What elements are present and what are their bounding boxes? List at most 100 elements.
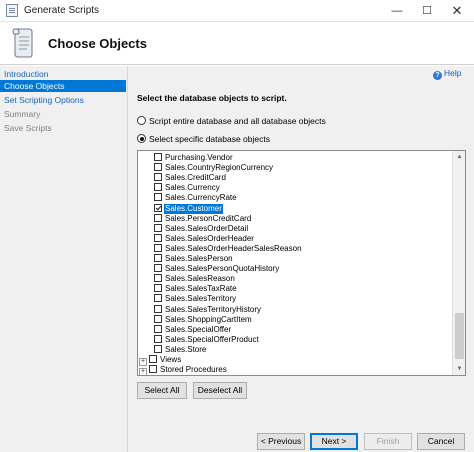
tree-item-label: Sales.SalesOrderHeader <box>165 233 254 243</box>
tree-item[interactable]: Sales.ShoppingCartItem <box>154 314 253 325</box>
tree-item-label: Sales.Currency <box>165 183 220 193</box>
close-button[interactable]: ✕ <box>442 0 472 22</box>
tree-item-checkbox[interactable] <box>154 223 162 232</box>
tree-item-checkbox[interactable] <box>154 294 162 303</box>
tree-group-label: User-Defined Functions <box>159 375 245 376</box>
tree-group[interactable]: +User-Defined Functions <box>139 375 245 376</box>
tree-group-label: Stored Procedures <box>160 365 227 375</box>
select-all-button[interactable]: Select All <box>137 382 187 399</box>
tree-item-label: Purchasing.Vendor <box>165 153 233 162</box>
tree-item-checkbox[interactable] <box>154 264 162 273</box>
radio-button[interactable] <box>137 116 146 125</box>
tree-item-checkbox[interactable] <box>154 314 162 323</box>
tree-item-label: Sales.SalesTaxRate <box>165 284 237 294</box>
finish-button: Finish <box>364 433 412 450</box>
tree-item-checkbox[interactable] <box>154 243 162 252</box>
tree-item[interactable]: Sales.SalesReason <box>154 274 236 284</box>
wizard-nav: Introduction Choose Objects Set Scriptin… <box>0 66 128 452</box>
tree-item-checkbox[interactable] <box>154 274 162 283</box>
tree-item[interactable]: Sales.SpecialOfferProduct <box>154 334 260 345</box>
tree-item-checkbox[interactable] <box>154 324 162 333</box>
tree-item[interactable]: Sales.SpecialOffer <box>154 324 232 335</box>
tree-item-label: Sales.CountryRegionCurrency <box>165 163 274 173</box>
scroll-up-icon[interactable]: ▲ <box>453 151 465 163</box>
previous-button[interactable]: < Previous <box>257 433 305 450</box>
tree-item-checkbox[interactable] <box>154 153 162 161</box>
nav-item-introduction[interactable]: Introduction <box>0 68 126 80</box>
tree-item[interactable]: Sales.SalesTaxRate <box>154 284 238 294</box>
next-button[interactable]: Next > <box>310 433 358 450</box>
window-title: Generate Scripts <box>24 5 100 16</box>
radio-button-checked[interactable] <box>137 134 146 143</box>
tree-item-checkbox[interactable] <box>154 334 162 343</box>
deselect-all-button[interactable]: Deselect All <box>193 382 247 399</box>
tree-item[interactable]: Sales.SalesOrderHeader <box>154 233 255 244</box>
tree-item-label: Sales.SalesReason <box>165 274 235 284</box>
tree-item[interactable]: Sales.Currency <box>154 183 221 193</box>
tree-item[interactable]: Sales.CountryRegionCurrency <box>154 163 274 173</box>
radio-label: Select specific database objects <box>149 134 270 144</box>
tree-item[interactable]: Sales.SalesPerson <box>154 254 234 264</box>
help-label: Help <box>444 68 462 78</box>
tree-item[interactable]: Sales.SalesTerritory <box>154 294 237 304</box>
radio-entire-database[interactable]: Script entire database and all database … <box>137 116 326 127</box>
tree-item-checkbox[interactable] <box>154 183 162 192</box>
tree-item-label: Sales.SpecialOfferProduct <box>165 334 259 344</box>
tree-group-checkbox[interactable] <box>149 355 157 363</box>
tree-item-label: Sales.CurrencyRate <box>165 193 237 203</box>
tree-item[interactable]: Sales.PersonCreditCard <box>154 213 252 224</box>
tree-item-label: Sales.ShoppingCartItem <box>165 314 252 324</box>
tree-item-checkbox[interactable] <box>154 203 162 212</box>
tree-item-checkbox[interactable] <box>154 304 162 313</box>
tree-item-checkbox[interactable] <box>154 254 162 262</box>
minimize-button[interactable]: — <box>382 0 412 22</box>
tree-item[interactable]: Sales.SalesPersonQuotaHistory <box>154 264 280 274</box>
tree-item[interactable]: Sales.CreditCard <box>154 173 227 183</box>
tree-item-checkbox[interactable] <box>154 173 162 182</box>
tree-item-label: Sales.SalesOrderDetail <box>165 223 249 233</box>
tree-group-checkbox[interactable] <box>149 375 157 376</box>
tree-item-label: Sales.SalesOrderHeaderSalesReason <box>165 243 302 253</box>
tree-item[interactable]: Purchasing.Vendor <box>154 153 234 163</box>
tree-item[interactable]: Sales.SalesOrderHeaderSalesReason <box>154 243 303 254</box>
nav-item-set-scripting-options[interactable]: Set Scripting Options <box>0 94 126 106</box>
tree-item-label: Sales.CreditCard <box>165 173 226 183</box>
tree-item-label: Sales.Customer <box>164 203 223 214</box>
tree-item-checkbox[interactable] <box>154 233 162 242</box>
tree-item-checkbox[interactable] <box>154 344 162 353</box>
scroll-down-icon[interactable]: ▼ <box>453 363 465 375</box>
tree-item[interactable]: Sales.SalesTerritoryHistory <box>154 304 262 315</box>
tree-item-checkbox[interactable] <box>154 213 162 222</box>
tree-item-checkbox[interactable] <box>154 284 162 293</box>
tree-item-checkbox[interactable] <box>154 163 162 172</box>
object-tree[interactable]: Purchasing.Vendor Sales.CountryRegionCurr… <box>137 150 466 376</box>
instruction-text: Select the database objects to script. <box>137 93 287 103</box>
tree-item[interactable]: Sales.CurrencyRate <box>154 193 238 203</box>
maximize-button[interactable]: ☐ <box>412 0 442 22</box>
tree-item[interactable]: Sales.SalesOrderDetail <box>154 223 249 234</box>
main-panel: ? Help Select the database objects to scr… <box>128 66 474 452</box>
tree-item-label: Sales.SalesPerson <box>165 254 233 263</box>
script-app-icon <box>6 4 18 17</box>
tree-item-label: Sales.SalesTerritory <box>165 294 237 304</box>
tree-item-label: Sales.SalesTerritoryHistory <box>165 304 262 314</box>
page-title: Choose Objects <box>48 36 147 51</box>
tree-group[interactable]: + Stored Procedures <box>139 365 228 375</box>
tree-item-checkbox[interactable] <box>154 193 162 202</box>
help-link[interactable]: ? Help <box>433 68 461 80</box>
nav-item-choose-objects[interactable]: Choose Objects <box>0 80 126 92</box>
radio-specific-objects[interactable]: Select specific database objects <box>137 134 270 145</box>
tree-vertical-scrollbar[interactable]: ▲ ▼ <box>452 151 465 375</box>
tree-item-label: Sales.SalesPersonQuotaHistory <box>165 264 280 274</box>
script-scroll-icon <box>12 28 33 58</box>
tree-group-label: Views <box>160 355 182 364</box>
tree-item-label: Sales.SpecialOffer <box>165 324 232 334</box>
scroll-thumb[interactable] <box>455 313 464 359</box>
tree-group-checkbox[interactable] <box>149 365 157 374</box>
tree-item[interactable]: Sales.Customer <box>154 203 223 214</box>
tree-group[interactable]: + Views <box>139 355 182 366</box>
title-bar: Generate Scripts — ☐ ✕ <box>0 0 474 22</box>
tree-content: Purchasing.Vendor Sales.CountryRegionCurr… <box>138 151 452 375</box>
cancel-button[interactable]: Cancel <box>417 433 465 450</box>
tree-item[interactable]: Sales.Store <box>154 344 207 355</box>
